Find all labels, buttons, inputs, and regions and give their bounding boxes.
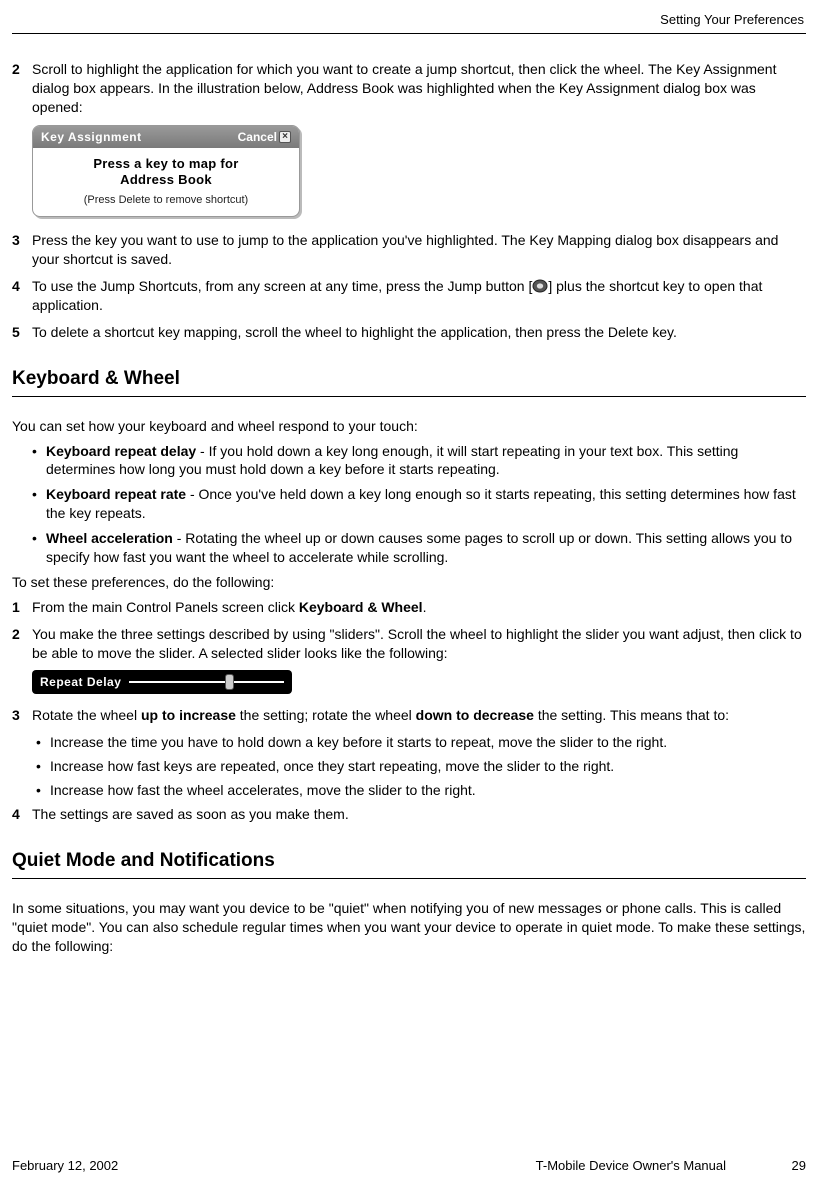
cancel-label: Cancel: [238, 130, 277, 144]
heading-keyboard-wheel: Keyboard & Wheel: [12, 368, 806, 397]
sub-c: •Increase how fast the wheel accelerates…: [12, 781, 806, 800]
kw-step-3: 3 Rotate the wheel up to increase the se…: [12, 706, 806, 725]
footer-title: T-Mobile Device Owner's Manual: [369, 1158, 766, 1173]
step-number: 2: [12, 625, 28, 663]
heading-quiet-mode: Quiet Mode and Notifications: [12, 850, 806, 879]
step-number: 2: [12, 60, 28, 117]
step-text: From the main Control Panels screen clic…: [28, 598, 806, 617]
kw-step-4: 4 The settings are saved as soon as you …: [12, 805, 806, 824]
bullet-repeat-rate: • Keyboard repeat rate - Once you've hel…: [12, 485, 806, 523]
step-text: Scroll to highlight the application for …: [28, 60, 806, 117]
step-number: 1: [12, 598, 28, 617]
kw-intro: You can set how your keyboard and wheel …: [12, 417, 806, 436]
kw-step-1: 1 From the main Control Panels screen cl…: [12, 598, 806, 617]
slider-label: Repeat Delay: [40, 675, 121, 689]
step-text: You make the three settings described by…: [28, 625, 806, 663]
step-number: 5: [12, 323, 28, 342]
footer-page: 29: [766, 1158, 806, 1173]
step-text: The settings are saved as soon as you ma…: [28, 805, 806, 824]
dialog-cancel: Cancel ×: [238, 130, 291, 144]
kw-set-intro: To set these preferences, do the followi…: [12, 573, 806, 592]
step-text: To use the Jump Shortcuts, from any scre…: [28, 277, 806, 315]
key-assignment-dialog-illustration: Key Assignment Cancel × Press a key to m…: [32, 125, 806, 218]
close-icon: ×: [279, 131, 291, 143]
bullet-wheel-accel: • Wheel acceleration - Rotating the whee…: [12, 529, 806, 567]
step-number: 4: [12, 805, 28, 824]
step-2: 2 Scroll to highlight the application fo…: [12, 60, 806, 117]
step-5: 5 To delete a shortcut key mapping, scro…: [12, 323, 806, 342]
dialog-hint: (Press Delete to remove shortcut): [47, 194, 285, 206]
jump-button-icon: [532, 279, 548, 293]
sub-b: •Increase how fast keys are repeated, on…: [12, 757, 806, 776]
step-3: 3 Press the key you want to use to jump …: [12, 231, 806, 269]
step-4: 4 To use the Jump Shortcuts, from any sc…: [12, 277, 806, 315]
dialog-line1: Press a key to map for: [93, 156, 238, 171]
quiet-mode-paragraph: In some situations, you may want you dev…: [12, 899, 806, 956]
step-text: To delete a shortcut key mapping, scroll…: [28, 323, 806, 342]
page-footer: February 12, 2002 T-Mobile Device Owner'…: [12, 1158, 806, 1173]
dialog-title: Key Assignment: [41, 130, 238, 144]
step-text: Press the key you want to use to jump to…: [28, 231, 806, 269]
step-number: 3: [12, 231, 28, 269]
step-number: 4: [12, 277, 28, 315]
step-text: Rotate the wheel up to increase the sett…: [28, 706, 806, 725]
repeat-delay-slider-illustration: Repeat Delay: [32, 670, 806, 694]
sub-a: •Increase the time you have to hold down…: [12, 733, 806, 752]
running-header: Setting Your Preferences: [12, 10, 806, 34]
slider-track: [129, 681, 284, 683]
footer-date: February 12, 2002: [12, 1158, 369, 1173]
kw-step-2: 2 You make the three settings described …: [12, 625, 806, 663]
step-number: 3: [12, 706, 28, 725]
slider-knob: [225, 674, 234, 690]
dialog-line2: Address Book: [120, 172, 212, 187]
bullet-repeat-delay: • Keyboard repeat delay - If you hold do…: [12, 442, 806, 480]
